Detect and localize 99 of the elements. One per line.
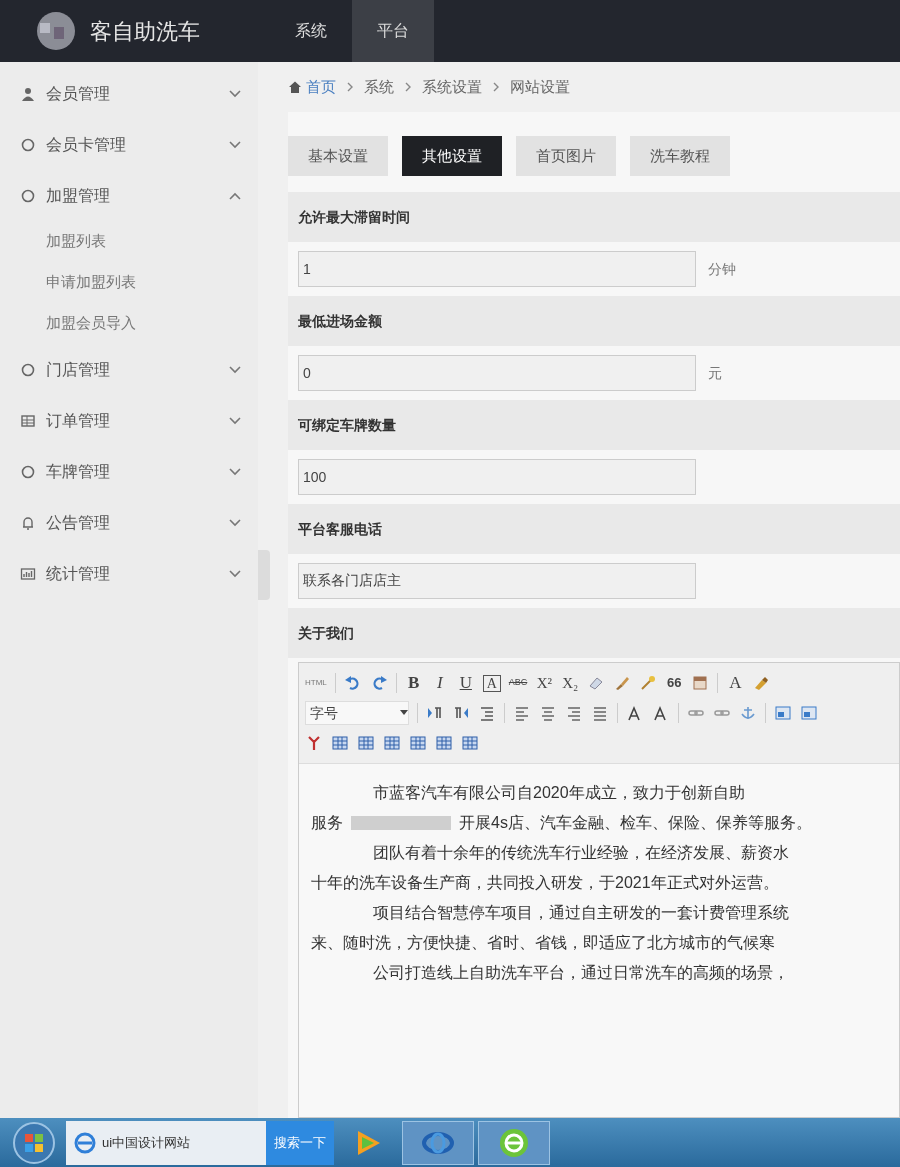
indent-icon[interactable] xyxy=(478,704,496,722)
marker-icon[interactable] xyxy=(752,674,771,692)
font-size-select[interactable]: 字号 xyxy=(305,701,409,725)
taskbar-icon[interactable] xyxy=(402,1120,474,1165)
paragraph-text: 来、随时洗，方便快捷、省时、省钱，即适应了北方城市的气候寒 xyxy=(311,933,775,953)
tab[interactable]: 基本设置 xyxy=(288,136,388,176)
rich-text-editor[interactable] xyxy=(298,662,900,1118)
input-field[interactable]: 0 xyxy=(298,355,696,391)
paragraph-text: 十年的洗车设备生产商，共同投入研发，于2021年正式对外运营。 xyxy=(311,873,779,893)
circle-icon xyxy=(20,136,36,153)
image-icon[interactable] xyxy=(774,704,792,722)
paragraph-text: 公司打造线上自助洗车平台，通过日常洗车的高频的场景， xyxy=(373,963,789,983)
anchor-icon[interactable] xyxy=(739,704,757,722)
circle-icon xyxy=(20,187,36,204)
field-label: 可绑定车牌数量 xyxy=(288,400,900,450)
input-field[interactable]: 1 xyxy=(298,251,696,287)
menu-item[interactable]: 公告管理 xyxy=(0,497,258,548)
search-button[interactable]: 搜索一下 xyxy=(266,1120,334,1165)
browser-e-icon xyxy=(498,1126,530,1159)
menu-item[interactable]: 加盟管理 xyxy=(0,170,258,221)
toolbar-button[interactable]: I xyxy=(430,670,449,696)
home-icon xyxy=(288,80,302,94)
table-icon xyxy=(20,412,36,429)
caret-icon xyxy=(400,710,408,716)
toolbar-button[interactable]: HTML xyxy=(305,677,327,689)
bell-icon xyxy=(20,514,36,531)
field-label: 关于我们 xyxy=(288,608,900,658)
menu-label: 会员卡管理 xyxy=(46,134,127,155)
tab[interactable]: 首页图片 xyxy=(516,136,616,176)
table-icon[interactable] xyxy=(409,734,427,752)
start-orb-icon xyxy=(12,1120,56,1165)
breadcrumb-item: 网站设置 xyxy=(510,76,570,97)
app-title: 客自助洗车 xyxy=(90,17,200,46)
table-icon[interactable] xyxy=(383,734,401,752)
table-icon[interactable] xyxy=(357,734,375,752)
nav-tab[interactable]: 平台 xyxy=(352,0,434,62)
chevron-right-icon xyxy=(492,81,500,93)
toolbar-button[interactable]: B xyxy=(404,670,423,696)
unit-label: 元 xyxy=(708,363,722,383)
align-justify-icon[interactable] xyxy=(591,704,609,722)
table-icon[interactable] xyxy=(331,734,349,752)
menu-label: 会员管理 xyxy=(46,83,111,104)
menu-label: 门店管理 xyxy=(46,359,111,380)
calendar-icon[interactable] xyxy=(691,674,710,692)
menu-label: 统计管理 xyxy=(46,563,111,584)
menu-item[interactable]: 统计管理 xyxy=(0,548,258,599)
tab[interactable]: 洗车教程 xyxy=(630,136,730,176)
menu-item[interactable]: 会员卡管理 xyxy=(0,119,258,170)
menu-label: 公告管理 xyxy=(46,512,111,533)
submenu-item[interactable]: 加盟会员导入 xyxy=(0,303,258,344)
menu-label: 车牌管理 xyxy=(46,461,111,482)
paragraph-text: 开展4s店、汽车金融、检车、保险、保养等服务。 xyxy=(459,813,812,833)
menu-item[interactable]: 门店管理 xyxy=(0,344,258,395)
field-label: 允许最大滞留时间 xyxy=(288,192,900,242)
submenu-item[interactable]: 申请加盟列表 xyxy=(0,262,258,303)
input-field[interactable]: 联系各门店店主 xyxy=(298,563,696,599)
wand-icon[interactable] xyxy=(639,674,658,692)
field-label: 平台客服电话 xyxy=(288,504,900,554)
toolbar-button[interactable]: ABC xyxy=(508,676,528,690)
toolbar-button[interactable]: U xyxy=(456,670,475,696)
toolbar-button[interactable]: A xyxy=(726,670,745,696)
image-icon[interactable] xyxy=(800,704,818,722)
chevron-right-icon xyxy=(404,81,412,93)
paragraph-text: 项目结合智慧停车项目，通过自主研发的一套计费管理系统 xyxy=(373,903,789,923)
paragraph-text: 市蓝客汽车有限公司自2020年成立，致力于创新自助 xyxy=(373,783,745,803)
toolbar-button[interactable]: 66 xyxy=(665,673,684,693)
align-right-icon[interactable] xyxy=(565,704,583,722)
taskbar-window-button[interactable]: ui中国设计网站 xyxy=(66,1120,266,1165)
field-label: 最低进场金额 xyxy=(288,296,900,346)
taskbar-icon[interactable] xyxy=(478,1120,550,1165)
menu-item[interactable]: 会员管理 xyxy=(0,68,258,119)
paragraph-text: 团队有着十余年的传统洗车行业经验，在经济发展、薪资水 xyxy=(373,843,789,863)
breadcrumb-link[interactable]: 首页 xyxy=(306,75,336,99)
chevron-right-icon xyxy=(346,81,354,93)
align-left-icon[interactable] xyxy=(513,704,531,722)
circle-icon xyxy=(20,463,36,480)
menu-label: 订单管理 xyxy=(46,410,111,431)
toolbar-button[interactable]: X₂ xyxy=(561,671,580,695)
submenu-item[interactable]: 加盟列表 xyxy=(0,221,258,262)
table-icon[interactable] xyxy=(435,734,453,752)
paragraph-text: 服务 xyxy=(311,813,343,833)
table-icon[interactable] xyxy=(461,734,479,752)
person-icon xyxy=(20,85,36,102)
toolbar-button[interactable]: A xyxy=(482,674,501,692)
toolbar-button[interactable]: X² xyxy=(535,671,554,695)
circle-icon xyxy=(20,361,36,378)
align-center-icon[interactable] xyxy=(539,704,557,722)
menu-item[interactable]: 车牌管理 xyxy=(0,446,258,497)
unit-label: 分钟 xyxy=(708,259,736,279)
tab[interactable]: 其他设置 xyxy=(402,136,502,176)
menu-label: 加盟管理 xyxy=(46,185,111,206)
input-field[interactable]: 100 xyxy=(298,459,696,495)
browser-e-icon xyxy=(74,1131,96,1154)
window-title: ui中国设计网站 xyxy=(102,1133,191,1152)
menu-item[interactable]: 订单管理 xyxy=(0,395,258,446)
breadcrumb-item[interactable]: 系统 xyxy=(364,75,394,99)
chart-icon xyxy=(20,565,36,582)
breadcrumb-item[interactable]: 系统设置 xyxy=(422,75,482,99)
nav-tab[interactable]: 系统 xyxy=(270,0,352,62)
